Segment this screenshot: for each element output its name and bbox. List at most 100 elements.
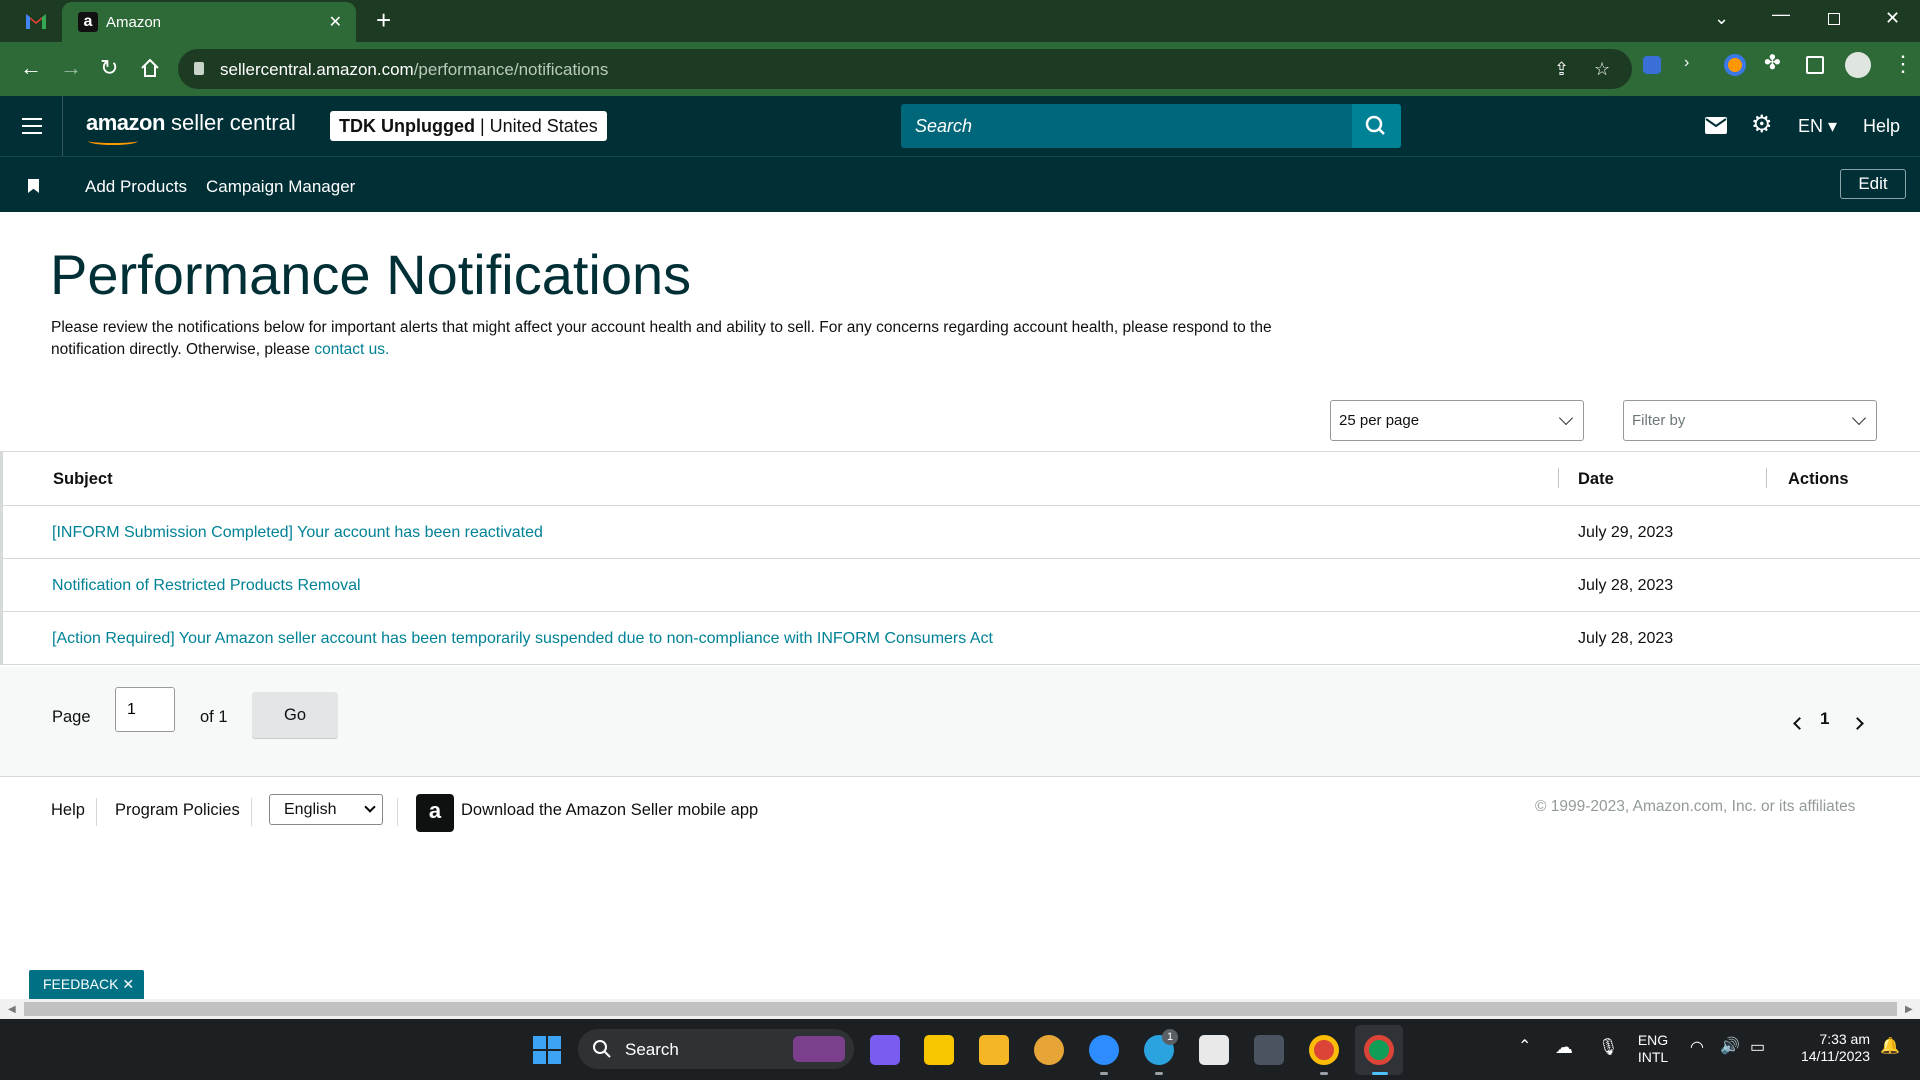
footer-help-link[interactable]: Help: [51, 801, 85, 820]
back-icon[interactable]: ←: [20, 56, 42, 80]
address-toolbar: ← → ↻ sellercentral.amazon.com/performan…: [0, 42, 1920, 96]
extension-chrome-icon[interactable]: [1724, 54, 1746, 76]
file-explorer-icon[interactable]: [979, 1035, 1009, 1065]
reload-icon[interactable]: ↻: [100, 56, 118, 80]
seller-central-logo[interactable]: amazon seller central: [86, 110, 296, 145]
wifi-icon[interactable]: ◠: [1690, 1039, 1704, 1056]
table-header: Subject Date Actions: [3, 452, 1920, 506]
gmail-tab-icon[interactable]: [24, 10, 48, 32]
minimize-icon[interactable]: —: [1772, 4, 1790, 25]
horizontal-scrollbar[interactable]: ◀ ▶: [0, 999, 1920, 1019]
store-name: TDK Unplugged: [339, 116, 475, 136]
chrome-icon[interactable]: [1309, 1035, 1339, 1065]
snipping-tool-icon[interactable]: [1199, 1035, 1229, 1065]
copilot-icon[interactable]: [870, 1035, 900, 1065]
battery-icon[interactable]: ▭: [1750, 1039, 1765, 1056]
footer-language-select[interactable]: English: [269, 794, 383, 825]
search-highlight-icon: [793, 1036, 845, 1062]
show-hidden-icons-icon[interactable]: ⌃: [1518, 1038, 1531, 1055]
copyright-text: © 1999-2023, Amazon.com, Inc. or its aff…: [1535, 798, 1856, 815]
clock[interactable]: 7:33 am 14/11/2023: [1786, 1031, 1870, 1065]
app-character-icon[interactable]: [1034, 1035, 1064, 1065]
contact-us-link[interactable]: contact us.: [314, 341, 389, 358]
extension-arrow-icon[interactable]: ›: [1684, 54, 1706, 76]
amazon-favicon-icon: a: [78, 12, 98, 32]
bookmark-bar: Add Products Campaign Manager Edit: [0, 156, 1920, 212]
running-indicator: [1100, 1072, 1108, 1075]
microphone-icon[interactable]: 🎙: [1598, 1039, 1618, 1056]
settings-gear-icon[interactable]: ⚙: [1751, 110, 1773, 139]
window-close-icon[interactable]: ✕: [1885, 8, 1900, 29]
restore-icon[interactable]: [1828, 13, 1840, 25]
side-panel-icon[interactable]: [1806, 56, 1824, 74]
notification-date: July 28, 2023: [1578, 577, 1674, 594]
hamburger-menu-icon[interactable]: [22, 118, 42, 134]
feedback-button[interactable]: FEEDBACK ✕: [29, 970, 144, 999]
telegram-badge: 1: [1162, 1029, 1178, 1045]
per-page-select[interactable]: 25 per page: [1330, 400, 1584, 441]
scroll-right-icon[interactable]: ▶: [1905, 1004, 1913, 1015]
url-text[interactable]: sellercentral.amazon.com/performance/not…: [220, 60, 608, 80]
tab-search-chevron-icon[interactable]: ⌄: [1714, 8, 1729, 29]
notification-subject-link[interactable]: [INFORM Submission Completed] Your accou…: [52, 524, 543, 542]
previous-page-icon[interactable]: [1793, 717, 1806, 730]
onedrive-cloud-icon[interactable]: ☁: [1555, 1038, 1573, 1056]
column-divider: [1766, 468, 1767, 488]
edit-button[interactable]: Edit: [1840, 169, 1906, 199]
table-row: Notification of Restricted Products Remo…: [3, 559, 1920, 612]
amazon-seller-app-icon[interactable]: a: [416, 794, 454, 832]
header-divider: [62, 96, 63, 156]
share-icon[interactable]: ⇪: [1554, 59, 1569, 80]
scrollbar-thumb[interactable]: [24, 1002, 1897, 1016]
home-icon[interactable]: [140, 58, 160, 78]
notification-subject-link[interactable]: [Action Required] Your Amazon seller acc…: [52, 630, 993, 648]
column-subject[interactable]: Subject: [53, 470, 113, 489]
chevron-down-icon: [1558, 410, 1574, 426]
subnav-campaign-manager[interactable]: Campaign Manager: [206, 177, 355, 197]
current-page-number[interactable]: 1: [1820, 709, 1829, 729]
column-date[interactable]: Date: [1578, 470, 1614, 489]
page-total-label: of 1: [200, 708, 228, 726]
account-switcher[interactable]: TDK Unplugged | United States: [330, 111, 607, 141]
next-page-icon[interactable]: [1851, 717, 1864, 730]
calculator-icon[interactable]: [1254, 1035, 1284, 1065]
forward-icon[interactable]: →: [60, 56, 82, 80]
volume-icon[interactable]: 🔊: [1720, 1038, 1740, 1055]
search-input[interactable]: [901, 104, 1352, 148]
help-link[interactable]: Help: [1863, 116, 1900, 137]
extension-blue-icon[interactable]: [1643, 56, 1661, 74]
filter-select[interactable]: Filter by: [1623, 400, 1877, 441]
search-field[interactable]: [901, 104, 1352, 148]
scroll-left-icon[interactable]: ◀: [8, 1004, 16, 1015]
active-tab[interactable]: a Amazon ✕: [62, 2, 356, 42]
taskbar-search[interactable]: Search: [578, 1029, 854, 1069]
extensions-puzzle-icon[interactable]: ✤: [1764, 50, 1786, 74]
profile-avatar[interactable]: [1845, 52, 1871, 78]
running-indicator: [1320, 1072, 1328, 1075]
download-app-link[interactable]: Download the Amazon Seller mobile app: [461, 801, 758, 820]
omnibox[interactable]: sellercentral.amazon.com/performance/not…: [178, 49, 1632, 89]
sticky-notes-icon[interactable]: [924, 1035, 954, 1065]
page-number-input[interactable]: [115, 687, 175, 732]
bookmark-icon[interactable]: [28, 179, 39, 193]
go-button[interactable]: Go: [252, 692, 338, 738]
new-tab-icon[interactable]: +: [376, 6, 391, 34]
mail-icon[interactable]: [1705, 117, 1727, 134]
column-divider: [1558, 468, 1559, 488]
notification-subject-link[interactable]: Notification of Restricted Products Remo…: [52, 577, 361, 595]
tab-title: Amazon: [106, 14, 162, 31]
input-language[interactable]: ENG INTL: [1636, 1032, 1670, 1066]
subnav-add-products[interactable]: Add Products: [85, 177, 187, 197]
windows-start-icon[interactable]: [532, 1035, 562, 1065]
zoom-icon[interactable]: [1089, 1035, 1119, 1065]
chrome-profile-icon[interactable]: [1364, 1035, 1394, 1065]
browser-menu-icon[interactable]: ⋮: [1892, 52, 1914, 76]
bookmark-star-icon[interactable]: ☆: [1594, 59, 1610, 80]
windows-taskbar: Search 1 ⌃ ☁ 🎙 ENG INTL ◠ 🔊 ▭ 7:33 am 14/1…: [0, 1019, 1920, 1080]
program-policies-link[interactable]: Program Policies: [115, 801, 240, 820]
language-selector[interactable]: EN ▾: [1798, 116, 1837, 137]
search-button[interactable]: [1352, 104, 1401, 148]
column-actions: Actions: [1788, 470, 1849, 488]
close-tab-icon[interactable]: ✕: [329, 12, 342, 32]
notifications-bell-icon[interactable]: 🔔: [1880, 1038, 1900, 1055]
